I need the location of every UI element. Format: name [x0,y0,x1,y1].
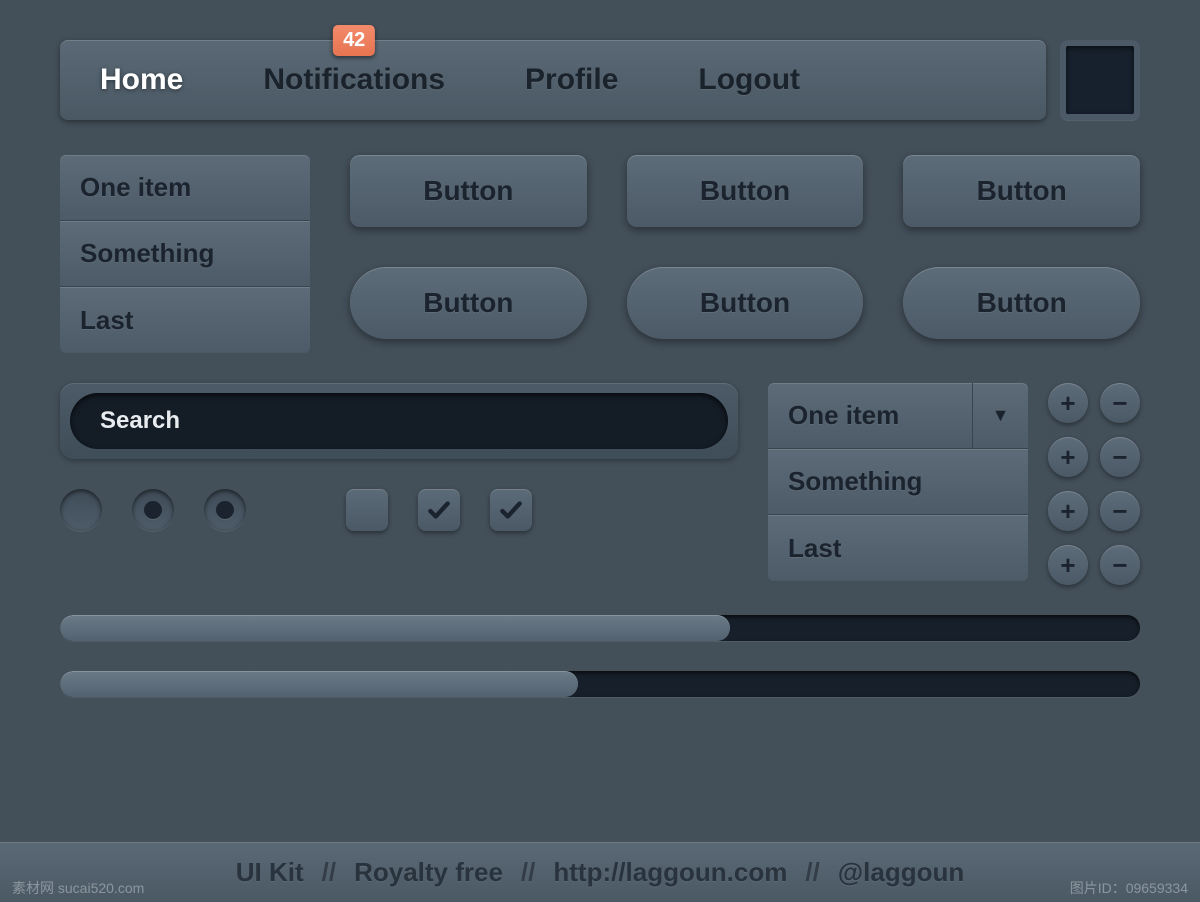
progress-bar-1[interactable] [60,615,1140,641]
checkbox-checked[interactable] [418,489,460,531]
checkbox-unchecked[interactable] [346,489,388,531]
plus-button[interactable]: + [1048,383,1088,423]
list-item[interactable]: One item [60,155,310,221]
watermark-left: 素材网 sucai520.com [12,878,144,898]
search-wrap [60,383,738,459]
controls-row [60,489,738,531]
radio-dot-icon [144,501,162,519]
list-panel: One item Something Last [60,155,310,353]
progress-fill [60,615,730,641]
footer-sep: // [805,857,819,888]
list-item[interactable]: Last [60,287,310,353]
nav-item-home[interactable]: Home [100,63,183,97]
plus-button[interactable]: + [1048,545,1088,585]
radio-checked[interactable] [204,489,246,531]
search-input[interactable] [70,393,728,449]
minus-button[interactable]: − [1100,437,1140,477]
navbar: Home Notifications 42 Profile Logout [60,40,1140,120]
footer-link[interactable]: http://laggoun.com [553,857,787,888]
nav-square-button[interactable] [1060,40,1140,120]
button-pill[interactable]: Button [903,267,1140,339]
nav-label-notifications: Notifications [263,63,445,96]
progress-bar-2[interactable] [60,671,1140,697]
plus-minus-column: + − + − + − + − [1048,383,1140,585]
check-icon [498,497,524,523]
footer-sep: // [322,857,336,888]
nav-item-notifications[interactable]: Notifications 42 [263,63,445,97]
button-pill[interactable]: Button [350,267,587,339]
footer-bar: UI Kit // Royalty free // http://laggoun… [0,842,1200,902]
check-icon [426,497,452,523]
dropdown-panel: One item ▼ Something Last [768,383,1028,585]
minus-button[interactable]: − [1100,383,1140,423]
button-square[interactable]: Button [903,155,1140,227]
button-square[interactable]: Button [627,155,864,227]
footer-handle[interactable]: @laggoun [838,857,964,888]
watermark-right: 图片ID：09659334 [1070,878,1188,898]
minus-button[interactable]: − [1100,545,1140,585]
footer-sep: // [521,857,535,888]
plus-button[interactable]: + [1048,491,1088,531]
nav-item-profile[interactable]: Profile [525,63,618,97]
dropdown-arrow[interactable]: ▼ [972,383,1028,449]
dropdown-option[interactable]: Last [768,515,1028,581]
progress-fill [60,671,578,697]
notifications-badge: 42 [333,25,375,56]
checkbox-checked[interactable] [490,489,532,531]
dropdown-option[interactable]: Something [768,449,1028,515]
button-pill[interactable]: Button [627,267,864,339]
nav-item-logout[interactable]: Logout [698,63,800,97]
radio-unchecked[interactable] [60,489,102,531]
radio-checked[interactable] [132,489,174,531]
radio-dot-icon [216,501,234,519]
list-item[interactable]: Something [60,221,310,287]
nav-main: Home Notifications 42 Profile Logout [60,40,1046,120]
dropdown-selected[interactable]: One item [768,383,972,449]
chevron-down-icon: ▼ [992,405,1010,426]
footer-text: Royalty free [354,857,503,888]
footer-text: UI Kit [236,857,304,888]
plus-button[interactable]: + [1048,437,1088,477]
minus-button[interactable]: − [1100,491,1140,531]
button-square[interactable]: Button [350,155,587,227]
